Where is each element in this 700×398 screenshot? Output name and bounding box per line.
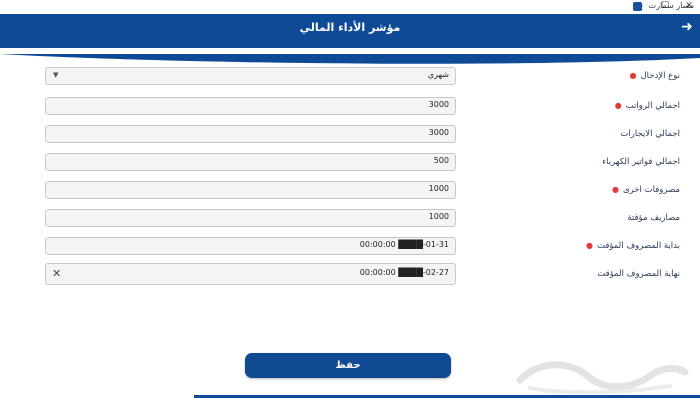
total-salaries-label: اجمالي الرواتب● bbox=[615, 101, 680, 111]
temp-expenses-input[interactable]: 1000 bbox=[45, 209, 456, 227]
watermark-logo bbox=[516, 361, 689, 394]
app-icon bbox=[633, 2, 642, 11]
entry-type-select[interactable]: ▼ شهري bbox=[45, 67, 456, 85]
required-dot: ● bbox=[611, 185, 619, 194]
save-button[interactable]: حفظ bbox=[245, 353, 451, 378]
total-electricity-value: 500 bbox=[433, 156, 449, 165]
temp-start-date-label: بداية المصروف المؤقت● bbox=[586, 241, 680, 251]
total-rents-value: 3000 bbox=[428, 128, 449, 137]
other-expenses-label-text: مصروفات اخرى bbox=[622, 185, 680, 195]
required-dot: ● bbox=[614, 101, 622, 110]
temp-end-date-value: 00:00:00 ████-02-27 bbox=[359, 268, 449, 277]
entry-type-value: شهري bbox=[427, 70, 449, 79]
window-title: مسار سمارت bbox=[648, 1, 694, 10]
temp-expenses-value: 1000 bbox=[428, 212, 449, 221]
total-electricity-input[interactable]: 500 bbox=[45, 153, 456, 171]
other-expenses-value: 1000 bbox=[428, 184, 449, 193]
temp-end-date-label: نهاية المصروف المؤقت bbox=[597, 269, 680, 279]
temp-start-date-value: 00:00:00 ████-01-31 bbox=[359, 240, 449, 249]
total-rents-input[interactable]: 3000 bbox=[45, 125, 456, 143]
required-dot: ● bbox=[629, 71, 637, 80]
header-wave bbox=[0, 54, 700, 64]
temp-start-date-input[interactable]: 00:00:00 ████-01-31 bbox=[45, 237, 456, 255]
window-titlebar: — ☐ ✕ مسار سمارت bbox=[0, 0, 700, 15]
entry-type-label: نوع الإدخال● bbox=[629, 71, 680, 81]
temp-start-date-label-text: بداية المصروف المؤقت bbox=[596, 241, 680, 251]
other-expenses-input[interactable]: 1000 bbox=[45, 181, 456, 199]
total-salaries-value: 3000 bbox=[428, 100, 449, 109]
total-salaries-label-text: اجمالي الرواتب bbox=[625, 101, 680, 111]
temp-end-date-input[interactable]: ✕ 00:00:00 ████-02-27 bbox=[45, 263, 456, 285]
chevron-down-icon: ▼ bbox=[53, 71, 59, 79]
page-title: مؤشر الأداء المالي bbox=[299, 21, 401, 34]
total-salaries-input[interactable]: 3000 bbox=[45, 97, 456, 115]
other-expenses-label: مصروفات اخرى● bbox=[612, 185, 680, 195]
clear-icon[interactable]: ✕ bbox=[52, 268, 61, 280]
required-dot: ● bbox=[585, 241, 593, 250]
back-button[interactable]: ➜ bbox=[679, 19, 695, 35]
temp-expenses-label: مصاريف مؤقتة bbox=[627, 213, 680, 223]
total-electricity-label: اجمالي فواتير الكهرباء bbox=[602, 157, 680, 167]
entry-type-label-text: نوع الإدخال bbox=[640, 71, 680, 81]
total-rents-label: اجمالي الايجارات bbox=[620, 129, 680, 139]
arrow-right-icon: ➜ bbox=[681, 19, 693, 35]
